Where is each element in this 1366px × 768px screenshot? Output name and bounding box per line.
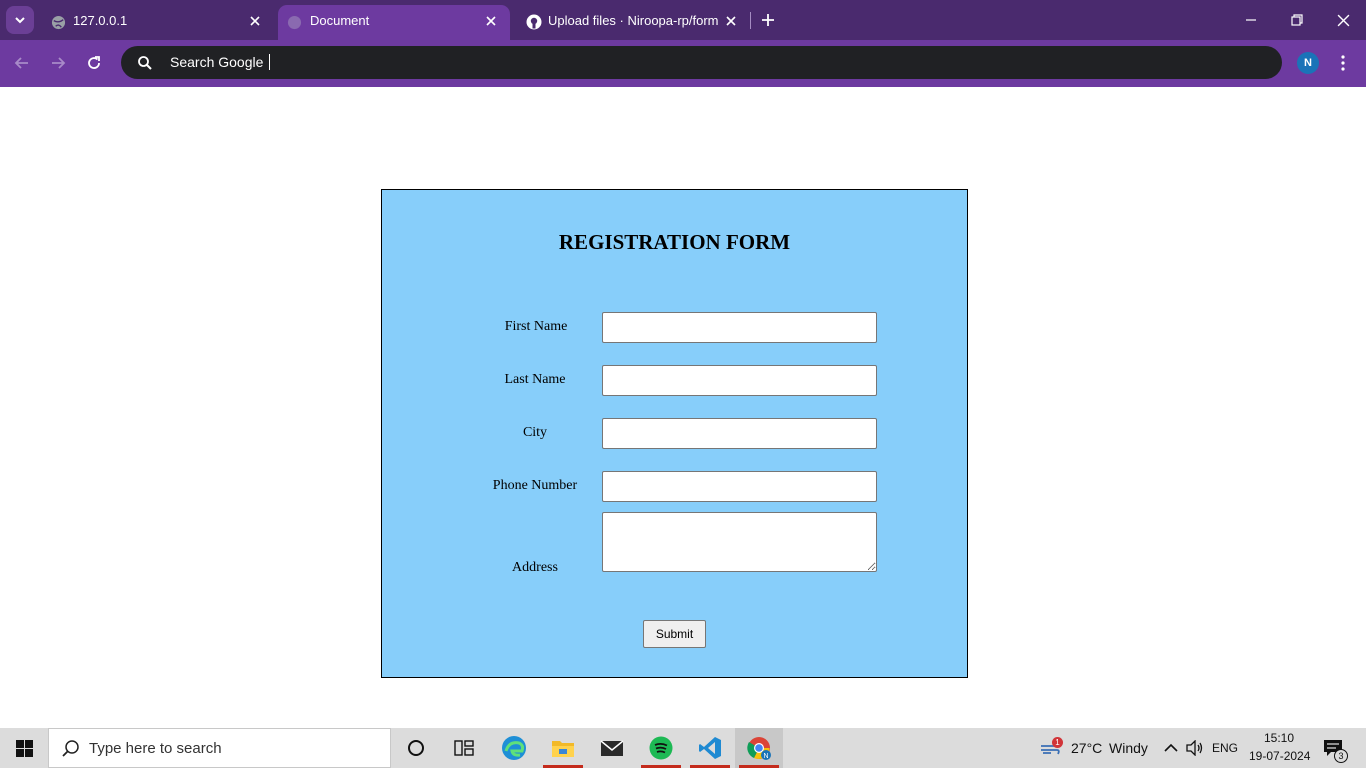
volume-icon — [1186, 740, 1203, 756]
form-title: REGISTRATION FORM — [558, 230, 791, 254]
tab-title: 127.0.0.1 — [73, 13, 128, 28]
task-view-icon — [454, 740, 474, 756]
reload-button[interactable] — [82, 51, 106, 75]
notification-count-badge: 3 — [1334, 749, 1348, 763]
tab-search-button[interactable] — [6, 6, 34, 34]
address-bar-text: Search Google — [170, 54, 271, 70]
tab-divider — [750, 12, 751, 29]
close-icon[interactable] — [482, 12, 500, 30]
submit-button[interactable]: Submit — [643, 620, 706, 648]
profile-avatar[interactable]: N — [1297, 52, 1319, 74]
windows-logo-icon — [15, 739, 33, 757]
vscode-button[interactable] — [686, 728, 734, 768]
cortana-button[interactable] — [392, 728, 440, 768]
tab-document[interactable]: Document — [278, 5, 510, 40]
first-name-input[interactable] — [602, 312, 877, 343]
new-tab-button[interactable] — [757, 9, 779, 31]
city-label: City — [522, 425, 548, 440]
show-hidden-icons-button[interactable] — [1161, 738, 1181, 758]
task-view-button[interactable] — [440, 728, 488, 768]
volume-button[interactable] — [1185, 738, 1205, 758]
chrome-icon: N — [747, 737, 771, 760]
start-button[interactable] — [0, 728, 48, 768]
taskbar-search-box[interactable]: Type here to search — [48, 728, 391, 768]
tab-github-upload[interactable]: Upload files · Niroopa-rp/form — [512, 5, 750, 40]
taskbar-search-placeholder: Type here to search — [89, 740, 222, 757]
github-icon — [526, 14, 542, 30]
restore-icon — [1291, 14, 1303, 26]
weather-temperature: 27°C — [1071, 740, 1103, 756]
tab-localhost[interactable]: 127.0.0.1 — [36, 5, 274, 40]
cortana-icon — [408, 740, 424, 756]
edge-button[interactable] — [490, 728, 538, 768]
text-caret — [269, 54, 271, 70]
arrow-left-icon — [14, 57, 28, 69]
file-explorer-icon — [552, 741, 574, 757]
phone-number-input[interactable] — [602, 471, 877, 502]
forward-button[interactable] — [46, 51, 70, 75]
tab-title: Document — [310, 13, 370, 28]
mail-icon — [600, 740, 624, 756]
search-icon — [62, 740, 79, 757]
last-name-input[interactable] — [602, 365, 877, 396]
file-explorer-button[interactable] — [539, 728, 587, 768]
svg-text:N: N — [763, 753, 768, 760]
browser-toolbar: Search Google N — [0, 40, 1366, 87]
globe-icon — [50, 14, 66, 30]
address-textarea[interactable] — [602, 512, 877, 572]
spotify-icon — [649, 736, 673, 760]
weather-condition: Windy — [1109, 740, 1148, 756]
clock-date[interactable]: 19-07-2024 — [1249, 749, 1310, 763]
address-label: Address — [512, 560, 558, 575]
close-icon — [1337, 14, 1349, 26]
close-window-button[interactable] — [1331, 8, 1355, 32]
search-icon — [138, 56, 152, 70]
windows-taskbar: Type here to search N 27°C Windy ENG 15:… — [0, 728, 1366, 768]
close-icon[interactable] — [246, 12, 264, 30]
city-input[interactable] — [602, 418, 877, 449]
clock-time[interactable]: 15:10 — [1264, 731, 1294, 745]
address-bar[interactable]: Search Google — [121, 46, 1282, 79]
minimize-icon — [1246, 19, 1256, 21]
chrome-button[interactable]: N — [735, 728, 783, 768]
mail-button[interactable] — [588, 728, 636, 768]
back-button[interactable] — [10, 51, 34, 75]
edge-icon — [502, 736, 526, 760]
language-indicator[interactable]: ENG — [1212, 741, 1238, 755]
menu-button[interactable] — [1335, 51, 1351, 75]
first-name-label: First Name — [504, 319, 568, 334]
chevron-up-icon — [1164, 743, 1178, 752]
tab-title: Upload files · Niroopa-rp/form — [548, 13, 719, 28]
plus-icon — [762, 14, 774, 26]
restore-button[interactable] — [1285, 8, 1309, 32]
tab-strip: 127.0.0.1 Document Upload files · Niroop… — [0, 0, 1366, 40]
weather-alert-badge: 1 — [1052, 737, 1063, 748]
close-icon[interactable] — [722, 12, 740, 30]
vscode-icon — [699, 737, 721, 759]
chevron-down-icon — [15, 17, 25, 24]
phone-number-label: Phone Number — [492, 478, 578, 493]
registration-form: REGISTRATION FORM First Name Last Name C… — [381, 189, 968, 678]
minimize-button[interactable] — [1239, 8, 1263, 32]
last-name-label: Last Name — [504, 372, 566, 387]
more-vert-icon — [1341, 55, 1345, 71]
globe-icon — [286, 14, 302, 30]
arrow-right-icon — [52, 57, 66, 69]
reload-icon — [88, 56, 100, 69]
spotify-button[interactable] — [637, 728, 685, 768]
